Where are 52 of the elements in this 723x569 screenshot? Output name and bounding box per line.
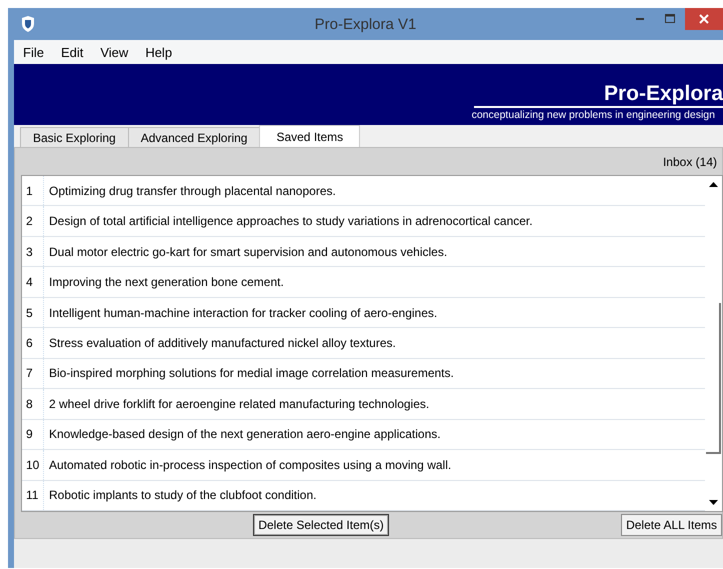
minimize-icon: [636, 18, 644, 20]
row-text: Automated robotic in-process inspection of composites using a moving wall.: [48, 458, 452, 472]
row-number: 9: [22, 420, 44, 450]
list-row[interactable]: 5 Intelligent human-machine interaction for tracker cooling of aero-engines.: [22, 298, 705, 328]
row-number: 10: [22, 450, 44, 480]
tab[interactable]: Basic Exploring: [20, 127, 129, 147]
shield-icon: [21, 16, 35, 32]
list-row[interactable]: 8 2 wheel drive forklift for aeroengine related manufacturing technologies.: [22, 389, 705, 420]
row-text: 2 wheel drive forklift for aeroengine related manufacturing technologies.: [48, 396, 430, 411]
row-text: Optimizing drug transfer through placental nanopores.: [48, 184, 336, 198]
list-row[interactable]: 6 Stress evaluation of additively manufactured nickel alloy textures.: [22, 328, 705, 359]
row-number: 4: [22, 267, 44, 297]
list-row[interactable]: 2 Design of total artificial intelligence approaches to study variations in adrenocortical cancer.: [22, 206, 705, 237]
row-number: 11: [22, 480, 44, 510]
row-number: 5: [22, 298, 44, 328]
tab[interactable]: Saved Items: [259, 125, 360, 147]
row-text: Bio-inspired morphing solutions for medial image correlation measurements.: [48, 366, 454, 380]
row-text: Knowledge-based design of the next generation aero-engine applications.: [48, 427, 441, 442]
delete-all-button[interactable]: Delete ALL Items: [621, 514, 722, 536]
window-title: Pro-Explora V1: [314, 16, 416, 32]
list-row[interactable]: 9 Knowledge-based design of the next generation aero-engine applications.: [22, 420, 705, 450]
row-text: Dual motor electric go-kart for smart supervision and autonomous vehicles.: [48, 244, 448, 259]
row-text: Robotic implants to study of the clubfoot condition.: [48, 488, 316, 502]
row-number: 6: [22, 328, 44, 358]
menu-item[interactable]: Edit: [52, 44, 92, 60]
row-number: 8: [22, 389, 44, 419]
list-row[interactable]: 3 Dual motor electric go-kart for smart supervision and autonomous vehicles.: [22, 236, 705, 268]
row-number: 1: [22, 176, 44, 206]
row-text: Stress evaluation of additively manufactured nickel alloy textures.: [48, 336, 396, 350]
list-row[interactable]: 1 Optimizing drug transfer through placental nanopores.: [22, 176, 705, 206]
menu-item[interactable]: View: [91, 44, 136, 60]
row-text: Intelligent human-machine interaction for tracker cooling of aero-engines.: [48, 306, 438, 320]
banner-subtitle: conceptualizing new problems in engineering design: [472, 109, 716, 121]
close-icon: [699, 14, 709, 24]
menu-item[interactable]: Help: [136, 44, 180, 60]
close-button[interactable]: [685, 8, 723, 30]
menu-item[interactable]: File: [14, 44, 52, 60]
scroll-thumb[interactable]: [706, 303, 721, 454]
tab[interactable]: Advanced Exploring: [128, 127, 260, 147]
list-row[interactable]: 7 Bio-inspired morphing solutions for medial image correlation measurements.: [22, 358, 705, 390]
inbox-count: Inbox (14): [662, 154, 717, 168]
row-number: 7: [22, 358, 44, 388]
list-row[interactable]: 4 Improving the next generation bone cement.: [22, 267, 705, 298]
list-row[interactable]: 11 Robotic implants to study of the clubfoot condition.: [22, 480, 705, 511]
delete-selected-button[interactable]: Delete Selected Item(s): [253, 514, 389, 536]
banner-title: Pro-Explora: [474, 82, 723, 108]
row-number: 3: [22, 236, 44, 266]
row-text: Improving the next generation bone cement.: [48, 275, 284, 290]
maximize-icon: [665, 14, 675, 24]
list-row[interactable]: 10 Automated robotic in-process inspection of composites using a moving wall.: [22, 450, 705, 481]
row-text: Design of total artificial intelligence approaches to study variations in adrenocortical cancer.: [48, 214, 533, 228]
row-number: 2: [22, 206, 44, 236]
